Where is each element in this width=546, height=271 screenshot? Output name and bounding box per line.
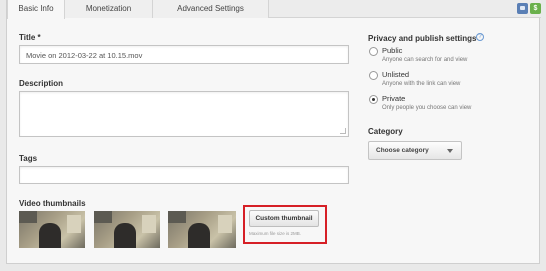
privacy-settings-title: Privacy and publish settings: [368, 34, 477, 43]
thumbnail-option-1[interactable]: [19, 211, 85, 248]
tab-advanced-settings[interactable]: Advanced Settings: [153, 0, 269, 18]
radio-public[interactable]: [369, 47, 378, 56]
video-settings-panel: Basic Info Monetization Advanced Setting…: [6, 0, 541, 264]
chevron-down-icon: [447, 149, 453, 153]
tab-bar: Basic Info Monetization Advanced Setting…: [7, 0, 541, 19]
description-label: Description: [19, 79, 64, 88]
unlisted-desc: Anyone with the link can view: [382, 81, 461, 87]
title-label: Title *: [19, 33, 41, 42]
max-file-size-note: Maximum file size is 2MB.: [249, 231, 302, 236]
tags-label: Tags: [19, 154, 38, 163]
thumbnail-option-3[interactable]: [168, 211, 236, 248]
monetization-icon[interactable]: $: [530, 3, 541, 14]
description-textarea[interactable]: [19, 91, 349, 137]
category-select[interactable]: Choose category: [368, 141, 462, 160]
private-label: Private: [382, 94, 406, 103]
publish-icon[interactable]: [517, 3, 528, 14]
thumbnail-option-2[interactable]: [94, 211, 160, 248]
title-input[interactable]: Movie on 2012-03-22 at 10.15.mov: [19, 45, 349, 64]
help-icon[interactable]: ?: [476, 33, 484, 41]
custom-thumbnail-button[interactable]: Custom thumbnail: [249, 210, 319, 227]
unlisted-label: Unlisted: [382, 70, 410, 79]
public-label: Public: [382, 46, 403, 55]
category-label: Category: [368, 127, 403, 136]
radio-private[interactable]: [369, 95, 378, 104]
tab-basic-info[interactable]: Basic Info: [7, 0, 65, 19]
radio-unlisted[interactable]: [369, 71, 378, 80]
tags-input[interactable]: [19, 166, 349, 184]
category-select-value: Choose category: [376, 147, 429, 154]
resize-handle-icon[interactable]: [340, 128, 346, 134]
tab-monetization[interactable]: Monetization: [65, 0, 153, 18]
title-input-value: Movie on 2012-03-22 at 10.15.mov: [26, 51, 143, 60]
public-desc: Anyone can search for and view: [382, 57, 468, 63]
private-desc: Only people you choose can view: [382, 105, 472, 111]
video-thumbnails-label: Video thumbnails: [19, 199, 86, 208]
